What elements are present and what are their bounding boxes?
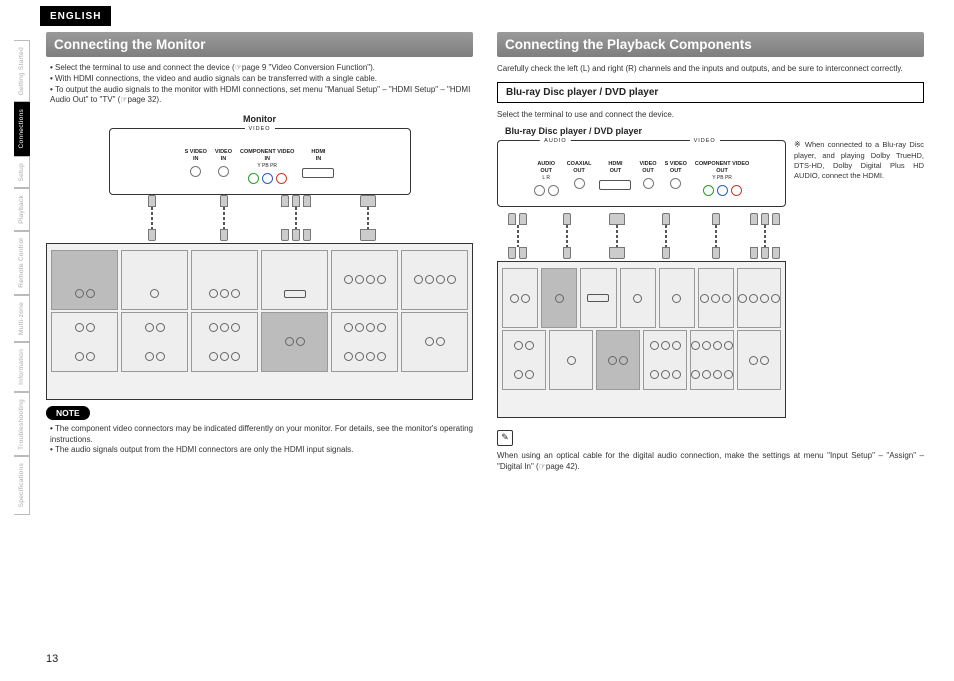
port-video-in: VIDEOIN — [215, 149, 232, 184]
nav-connections[interactable]: Connections — [14, 102, 30, 155]
monitor-bullets: Select the terminal to use and connect t… — [46, 63, 473, 106]
port-component-out: COMPONENT VIDEOOUT Y PB PR — [695, 161, 749, 196]
nav-specifications[interactable]: Specifications — [14, 456, 30, 514]
language-tab: ENGLISH — [40, 6, 111, 26]
monitor-device-box: VIDEO S VIDEOIN VIDEOIN COMPONENT VIDEOI… — [109, 128, 411, 195]
nav-getting-started[interactable]: Getting Started — [14, 40, 30, 102]
bluray-device-box: AUDIO VIDEO AUDIOOUT L R COAXIALOUT — [497, 140, 786, 207]
playback-intro: Carefully check the left (L) and right (… — [497, 63, 924, 74]
audio-legend: AUDIO — [540, 138, 570, 144]
port-hdmi-in: HDMIIN — [302, 149, 334, 184]
note-pill: NOTE — [46, 406, 90, 420]
side-navigation: Getting Started Connections Setup Playba… — [14, 40, 30, 570]
port-hdmi-out: HDMIOUT — [599, 161, 631, 196]
monitor-cables — [120, 195, 400, 243]
nav-information[interactable]: Information — [14, 342, 30, 392]
optical-note: When using an optical cable for the digi… — [497, 450, 924, 472]
nav-playback[interactable]: Playback — [14, 188, 30, 231]
bluray-cables — [497, 213, 786, 261]
port-audio-out: AUDIOOUT L R — [534, 161, 559, 196]
nav-remote-control[interactable]: Remote Control — [14, 231, 30, 295]
bluray-device-label: Blu-ray Disc player / DVD player — [505, 126, 924, 136]
port-video-out: VIDEOOUT — [639, 161, 656, 196]
receiver-backpanel-right — [497, 261, 786, 418]
bluray-intro: Select the terminal to use and connect t… — [497, 109, 924, 120]
left-column: Connecting the Monitor Select the termin… — [46, 32, 473, 659]
heading-playback: Connecting the Playback Components — [497, 32, 924, 57]
heading-monitor: Connecting the Monitor — [46, 32, 473, 57]
monitor-label: Monitor — [46, 114, 473, 124]
page-number: 13 — [46, 653, 58, 665]
port-svideo-out: S VIDEOOUT — [665, 161, 687, 196]
port-component-in: COMPONENT VIDEOIN Y PB PR — [240, 149, 294, 184]
nav-setup[interactable]: Setup — [14, 156, 30, 189]
pencil-icon: ✎ — [497, 430, 513, 446]
port-coaxial-out: COAXIALOUT — [567, 161, 592, 196]
video-legend: VIDEO — [244, 126, 274, 132]
asterisk-icon: ※ — [794, 140, 802, 149]
subheading-bluray: Blu-ray Disc player / DVD player — [497, 82, 924, 103]
nav-multi-zone[interactable]: Multi-zone — [14, 295, 30, 342]
receiver-backpanel-left — [46, 243, 473, 400]
video-legend-r: VIDEO — [690, 138, 720, 144]
hdmi-sidenote: ※When connected to a Blu-ray Disc player… — [794, 140, 924, 181]
port-svideo-in: S VIDEOIN — [185, 149, 207, 184]
right-column: Connecting the Playback Components Caref… — [497, 32, 924, 659]
monitor-notes: The component video connectors may be in… — [46, 424, 473, 456]
nav-troubleshooting[interactable]: Troubleshooting — [14, 392, 30, 457]
